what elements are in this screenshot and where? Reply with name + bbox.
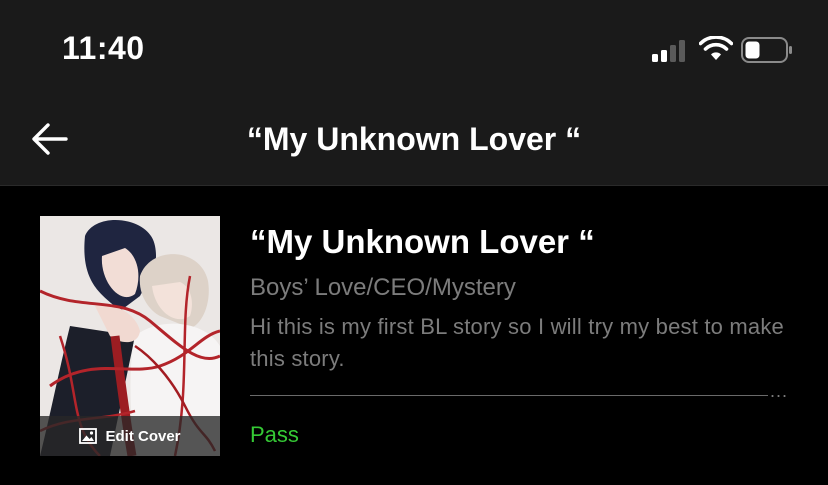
story-title: “My Unknown Lover “ (250, 223, 595, 260)
story-description: Hi this is my first BL story so I will t… (250, 314, 784, 371)
page-title: “My Unknown Lover “ (246, 121, 582, 157)
battery-icon (741, 37, 792, 63)
story-info: “My Unknown Lover “ Boys’ Love/CEO/Myste… (250, 216, 795, 447)
image-icon (79, 428, 98, 444)
edit-cover-button[interactable]: Edit Cover (40, 416, 220, 456)
story-detail: Edit Cover “My Unknown Lover “ Boys’ Lov… (0, 186, 828, 485)
signal-icon (652, 38, 690, 62)
story-genre: Boys’ Love/CEO/Mystery (250, 274, 516, 301)
divider-row: ... (250, 381, 795, 402)
wifi-icon (699, 36, 733, 60)
more-options-button[interactable]: ... (770, 381, 788, 402)
clock: 11:40 (62, 30, 145, 66)
edit-cover-label: Edit Cover (105, 427, 181, 445)
story-cover[interactable]: Edit Cover (40, 216, 220, 456)
divider (250, 395, 768, 396)
navigation-bar: “My Unknown Lover “ (0, 95, 828, 186)
status-bar: 11:40 (0, 0, 828, 95)
status-badge: Pass (250, 422, 299, 447)
